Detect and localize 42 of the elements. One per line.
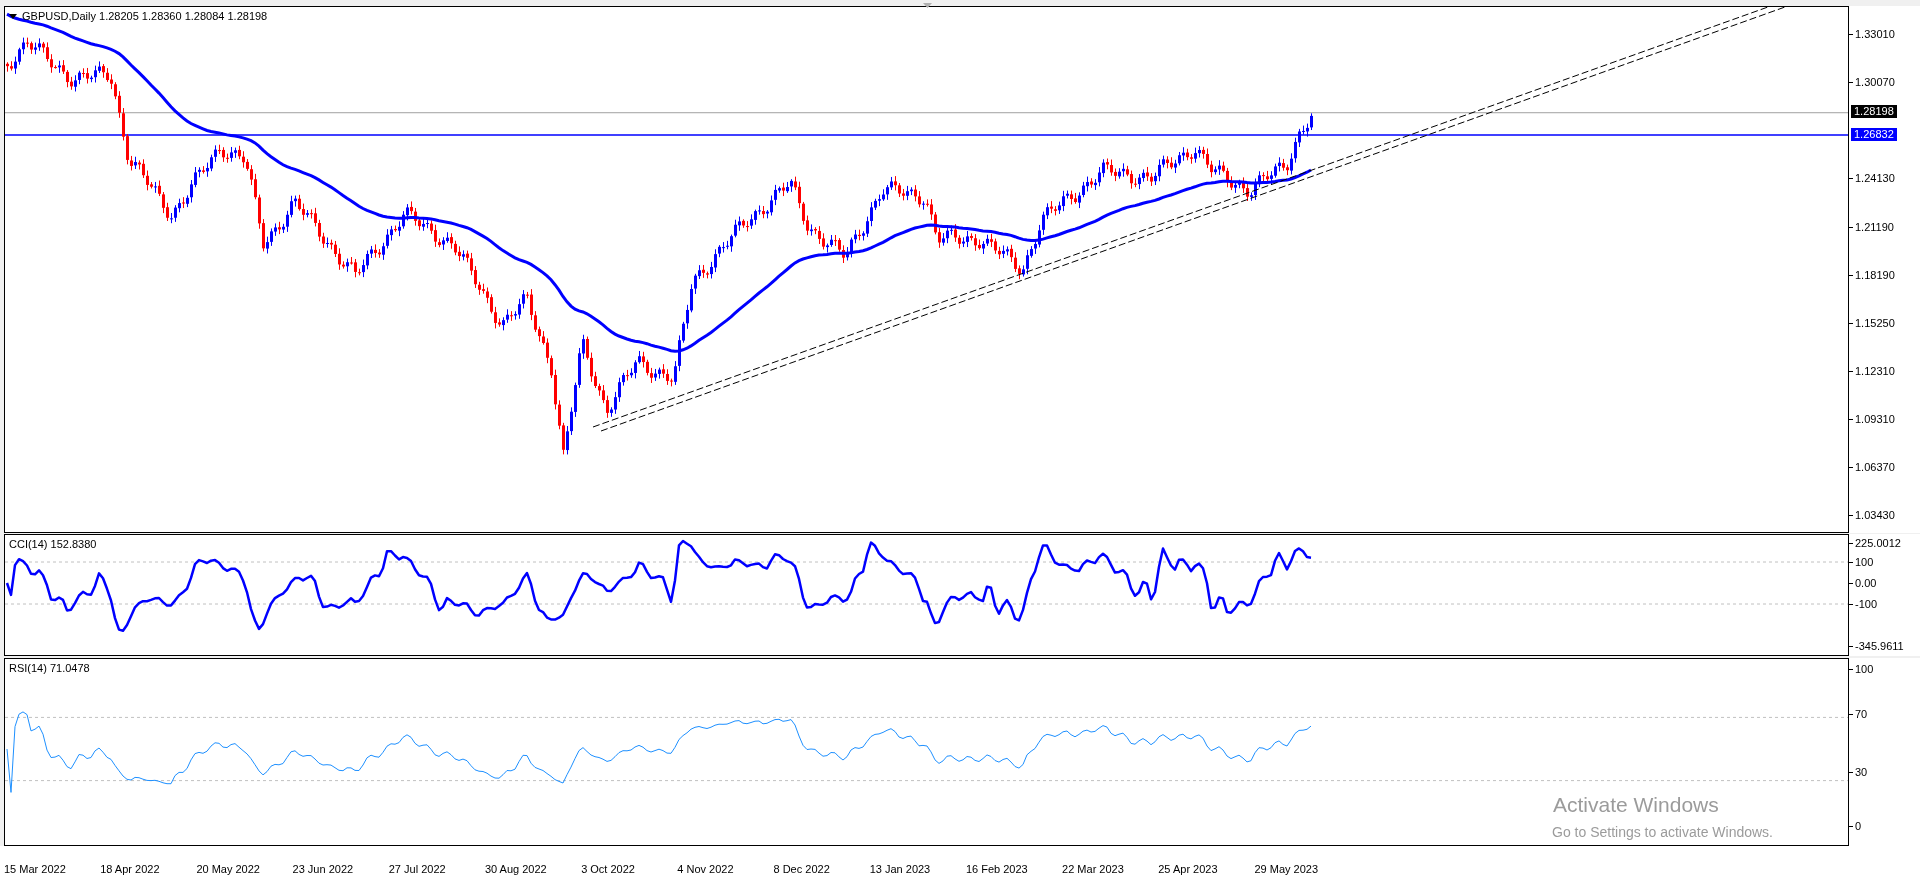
indicator-axis-label: 100 bbox=[1855, 555, 1874, 569]
date-label: 13 Jan 2023 bbox=[869, 863, 931, 875]
line-price-tag: 1.26832 bbox=[1851, 127, 1897, 141]
indicator-axis-label: 0 bbox=[1855, 819, 1862, 833]
date-label: 23 Jun 2022 bbox=[292, 863, 354, 875]
activation-notice-title: Activate Windows bbox=[1553, 793, 1719, 817]
price-label: 1.12310 bbox=[1855, 364, 1895, 378]
price-label: 1.06370 bbox=[1855, 460, 1895, 474]
dropdown-caret-icon[interactable] bbox=[9, 13, 17, 19]
date-label: 15 Mar 2022 bbox=[4, 863, 66, 875]
indicator-axis-label: 0.00 bbox=[1855, 576, 1877, 590]
price-label: 1.24130 bbox=[1855, 171, 1895, 185]
activation-notice-text: Go to Settings to activate Windows. bbox=[1552, 824, 1773, 840]
price-label: 1.18190 bbox=[1855, 268, 1895, 282]
chart-title: GBPUSD,Daily 1.28205 1.28360 1.28084 1.28198 bbox=[22, 10, 268, 22]
date-label: 27 Jul 2022 bbox=[388, 863, 446, 875]
date-label: 20 May 2022 bbox=[196, 863, 260, 875]
price-label: 1.09310 bbox=[1855, 412, 1895, 426]
date-label: 3 Oct 2022 bbox=[581, 863, 635, 875]
date-label: 18 Apr 2022 bbox=[100, 863, 160, 875]
indicator-title: CCI(14) 152.8380 bbox=[9, 538, 97, 550]
date-label: 22 Mar 2023 bbox=[1062, 863, 1124, 875]
date-label: 4 Nov 2022 bbox=[677, 863, 734, 875]
date-label: 29 May 2023 bbox=[1254, 863, 1319, 875]
indicator-axis-label: 100 bbox=[1855, 662, 1874, 676]
price-label: 1.15250 bbox=[1855, 316, 1895, 330]
shift-marker-icon[interactable] bbox=[923, 3, 932, 8]
indicator-axis-label: -100 bbox=[1855, 597, 1878, 611]
indicator-axis-label: 70 bbox=[1855, 707, 1868, 721]
date-label: 25 Apr 2023 bbox=[1158, 863, 1218, 875]
date-label: 8 Dec 2022 bbox=[773, 863, 830, 875]
date-label: 16 Feb 2023 bbox=[965, 863, 1028, 875]
price-label: 1.33010 bbox=[1855, 27, 1895, 41]
price-label: 1.30070 bbox=[1855, 75, 1895, 89]
current-price-tag: 1.28198 bbox=[1851, 105, 1897, 119]
price-label: 1.21190 bbox=[1855, 220, 1894, 234]
indicator-title: RSI(14) 71.0478 bbox=[9, 662, 90, 674]
date-label: 30 Aug 2022 bbox=[484, 863, 547, 875]
price-label: 1.03430 bbox=[1855, 508, 1895, 522]
indicator-axis-label: 225.0012 bbox=[1855, 536, 1901, 550]
indicator-axis-label: -345.9611 bbox=[1855, 639, 1904, 653]
indicator-axis-label: 30 bbox=[1855, 765, 1868, 779]
